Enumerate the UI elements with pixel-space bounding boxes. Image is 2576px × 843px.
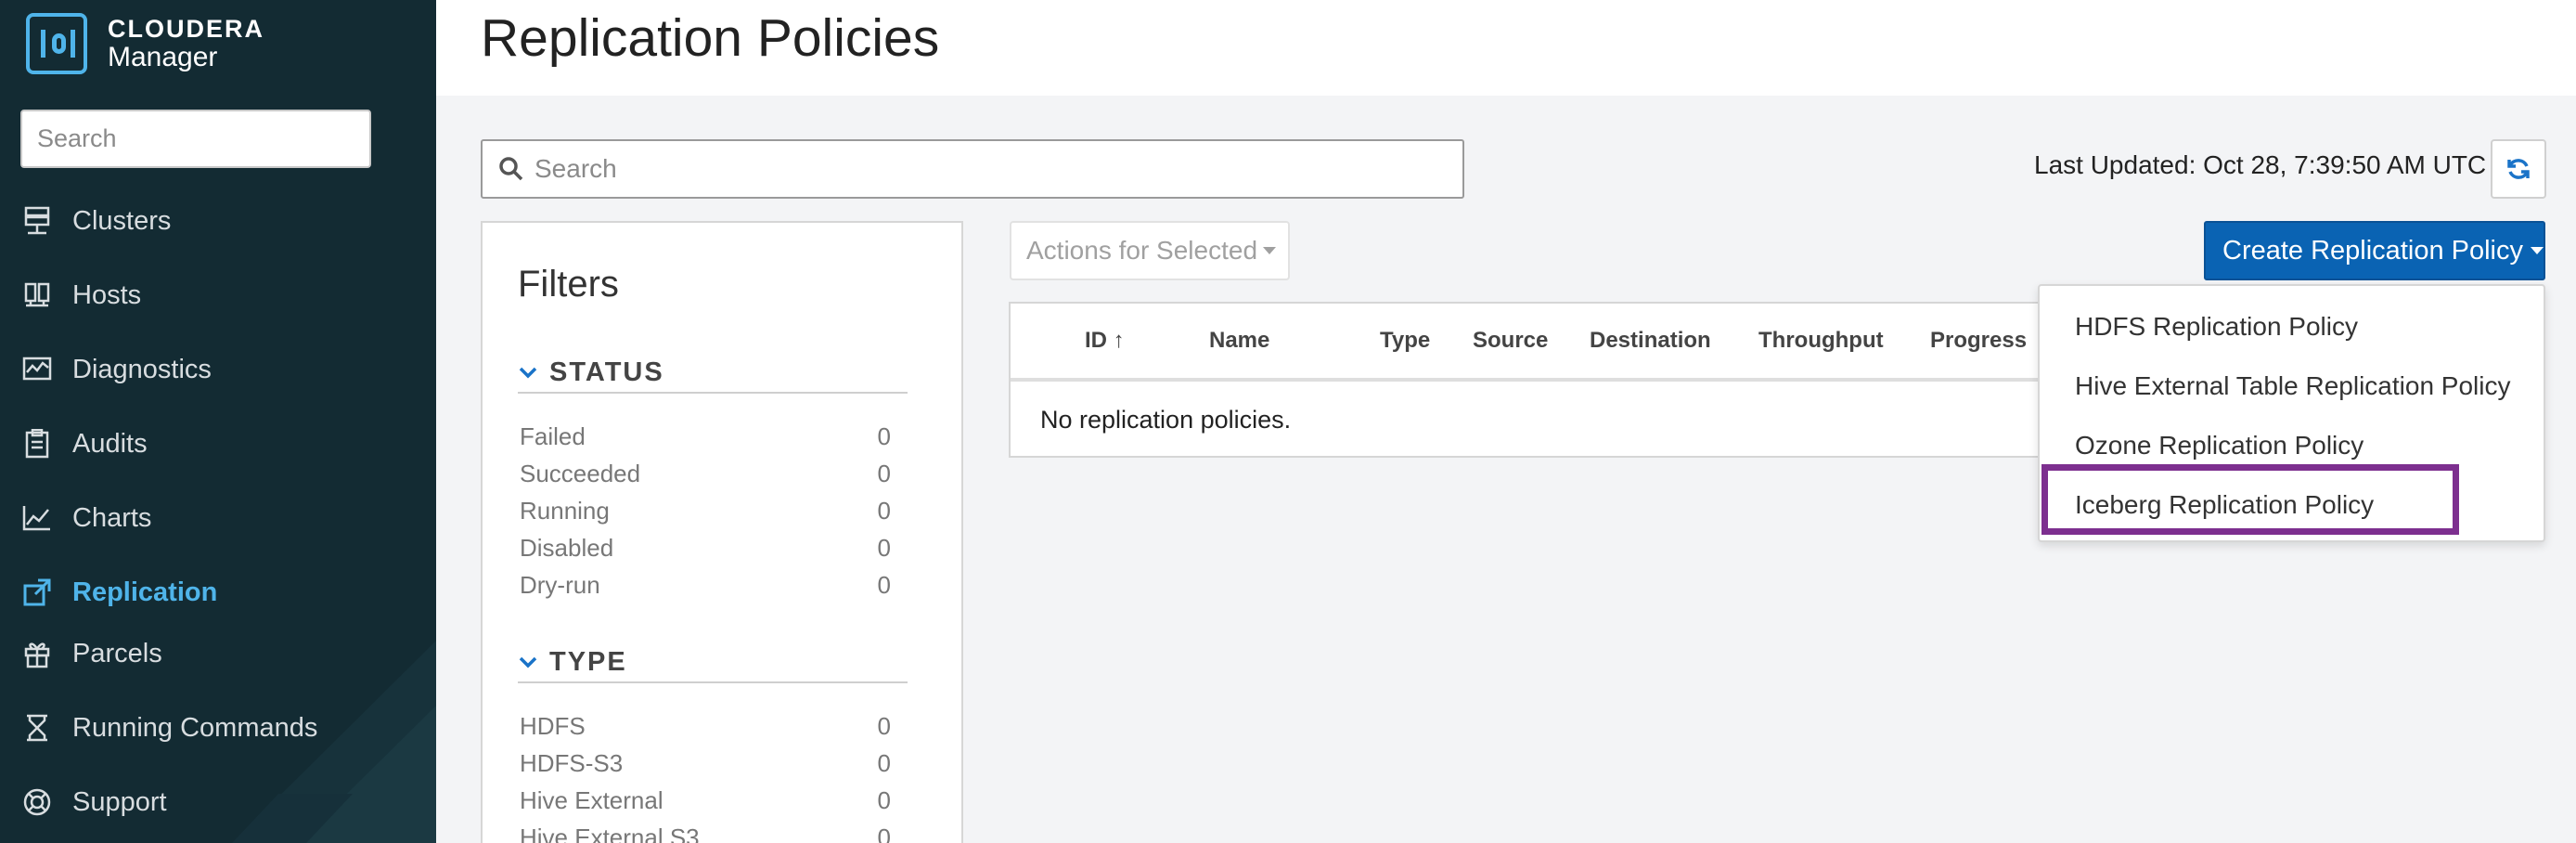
sidebar-item-label: Running Commands (72, 712, 318, 743)
policy-search-input[interactable] (535, 154, 1444, 184)
filter-label: Succeeded (520, 459, 641, 487)
create-button-label: Create Replication Policy (2222, 235, 2523, 266)
filter-label: Running (520, 496, 610, 525)
filter-count: 0 (877, 823, 891, 843)
status-filter-toggle[interactable]: STATUS (518, 353, 908, 394)
filter-row-hdfs[interactable]: HDFS 0 (520, 707, 891, 745)
filter-label: Dry-run (520, 570, 600, 599)
filter-label: Failed (520, 422, 586, 450)
logo-brand-text: CLOUDERA (108, 15, 264, 43)
sidebar-item-label: Parcels (72, 638, 162, 668)
status-filter-heading: STATUS (549, 357, 664, 387)
chevron-down-icon (519, 656, 537, 668)
audits-icon (20, 427, 54, 460)
refresh-icon (2507, 159, 2530, 179)
diagnostics-icon (20, 353, 54, 386)
last-updated-text: Last Updated: Oct 28, 7:39:50 AM UTC (2034, 150, 2487, 179)
hourglass-icon (20, 711, 54, 745)
filter-count: 0 (877, 748, 891, 777)
sidebar-item-label: Hosts (72, 279, 142, 310)
filters-panel: Filters STATUS Failed 0 Succeeded 0 Runnin… (481, 221, 963, 843)
type-filter-toggle[interactable]: TYPE (518, 642, 908, 683)
filter-count: 0 (877, 785, 891, 814)
chevron-down-icon (519, 367, 537, 379)
filter-label: Hive External S3 (520, 823, 700, 843)
column-header-destination[interactable]: Destination (1590, 328, 1711, 354)
caret-down-icon (2530, 247, 2544, 254)
filter-label: HDFS-S3 (520, 748, 624, 777)
filter-row-hdfs-s3[interactable]: HDFS-S3 0 (520, 745, 891, 782)
filter-row-dry-run[interactable]: Dry-run 0 (520, 566, 891, 603)
sidebar-item-charts[interactable]: Charts (20, 495, 151, 541)
sidebar-item-clusters[interactable]: Clusters (20, 198, 171, 244)
search-icon (499, 157, 523, 181)
sidebar-item-hosts[interactable]: Hosts (20, 272, 141, 318)
column-header-name[interactable]: Name (1209, 328, 1269, 354)
type-filter-section: TYPE (518, 642, 908, 683)
sidebar-item-label: Charts (72, 502, 152, 533)
parcels-icon (20, 637, 54, 670)
type-filter-heading: TYPE (549, 646, 627, 677)
column-header-id[interactable]: ID ↑ (1085, 328, 1125, 354)
logo-mark-icon (26, 13, 87, 74)
logo-product-text: Manager (108, 42, 218, 72)
actions-label: Actions for Selected (1026, 236, 1258, 265)
filter-row-hive-external-s3[interactable]: Hive External S3 0 (520, 819, 891, 843)
filter-row-failed[interactable]: Failed 0 (520, 418, 891, 455)
filter-count: 0 (877, 711, 891, 740)
sidebar: CLOUDERA Manager Clusters Hosts Diagnost… (0, 0, 436, 843)
page-title: Replication Policies (481, 8, 940, 68)
column-header-progress[interactable]: Progress (1930, 328, 2027, 354)
sidebar-item-label: Replication (72, 577, 218, 607)
cloudera-logo[interactable]: CLOUDERA Manager (26, 13, 264, 74)
menu-item-hive-external-policy[interactable]: Hive External Table Replication Policy (2075, 363, 2511, 409)
filter-row-hive-external[interactable]: Hive External 0 (520, 782, 891, 819)
column-header-type[interactable]: Type (1380, 328, 1430, 354)
caret-down-icon (1263, 247, 1277, 254)
filter-row-running[interactable]: Running 0 (520, 492, 891, 529)
filter-count: 0 (877, 533, 891, 562)
sidebar-item-parcels[interactable]: Parcels (20, 630, 162, 677)
filter-count: 0 (877, 570, 891, 599)
menu-item-ozone-policy[interactable]: Ozone Replication Policy (2075, 422, 2363, 469)
replication-icon (20, 576, 54, 609)
filter-row-succeeded[interactable]: Succeeded 0 (520, 455, 891, 492)
actions-for-selected-button[interactable]: Actions for Selected (1010, 221, 1290, 280)
filter-count: 0 (877, 459, 891, 487)
filter-label: Disabled (520, 533, 614, 562)
sidebar-item-label: Diagnostics (72, 354, 212, 384)
create-replication-policy-button[interactable]: Create Replication Policy (2204, 221, 2545, 280)
filters-title: Filters (518, 264, 619, 305)
charts-icon (20, 501, 54, 535)
filter-count: 0 (877, 496, 891, 525)
lifebuoy-icon (20, 785, 54, 819)
hosts-icon (20, 279, 54, 312)
filter-label: HDFS (520, 711, 586, 740)
sidebar-search-input[interactable] (20, 110, 371, 168)
policy-search-box[interactable] (481, 139, 1464, 199)
sidebar-item-label: Audits (72, 428, 148, 459)
sidebar-item-running-commands[interactable]: Running Commands (20, 705, 317, 751)
menu-item-hdfs-policy[interactable]: HDFS Replication Policy (2075, 304, 2358, 350)
sidebar-item-diagnostics[interactable]: Diagnostics (20, 346, 212, 393)
filter-row-disabled[interactable]: Disabled 0 (520, 529, 891, 566)
sidebar-item-label: Support (72, 786, 167, 817)
empty-table-message: No replication policies. (1040, 406, 1292, 434)
status-filter-section: STATUS (518, 353, 908, 394)
refresh-button[interactable] (2491, 139, 2546, 199)
clusters-icon (20, 204, 54, 238)
sidebar-item-replication[interactable]: Replication (20, 569, 217, 616)
column-header-source[interactable]: Source (1473, 328, 1548, 354)
filter-count: 0 (877, 422, 891, 450)
sidebar-item-support[interactable]: Support (20, 779, 167, 825)
sidebar-item-label: Clusters (72, 205, 172, 236)
sidebar-item-audits[interactable]: Audits (20, 421, 148, 467)
column-header-throughput[interactable]: Throughput (1758, 328, 1884, 354)
iceberg-policy-highlight (2041, 464, 2459, 535)
filter-label: Hive External (520, 785, 663, 814)
